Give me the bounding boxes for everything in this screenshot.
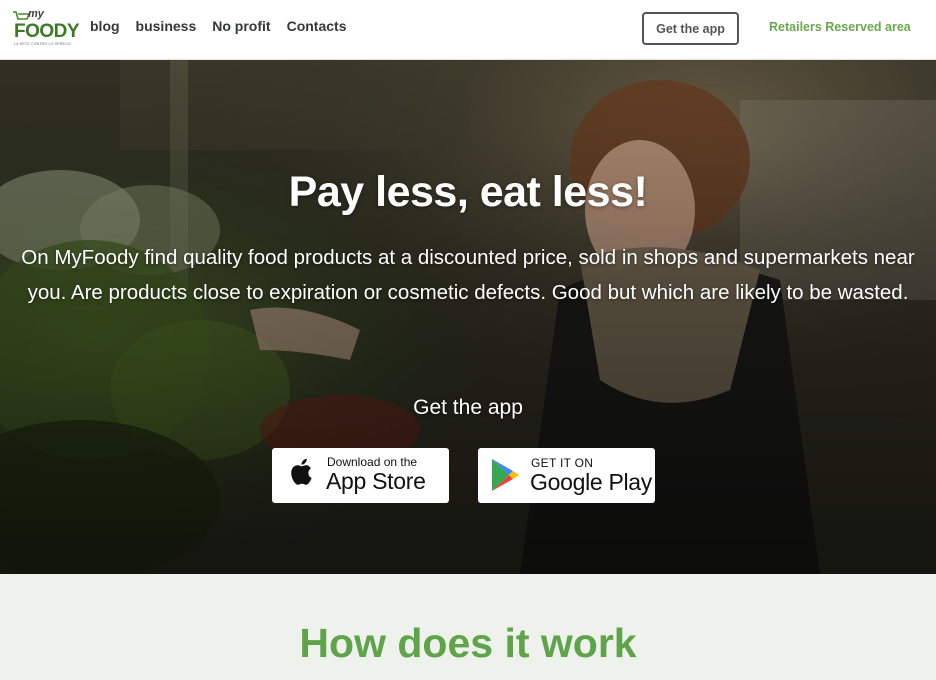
apple-icon bbox=[291, 458, 312, 485]
myfoody-logo[interactable]: my FOODY LA RETE CONTRO LO SPRECO bbox=[12, 8, 80, 48]
app-store-big-text: App Store bbox=[326, 468, 426, 494]
hero-section: Pay less, eat less! On MyFoody find qual… bbox=[0, 60, 936, 574]
retailers-reserved-area-link[interactable]: Retailers Reserved area bbox=[769, 20, 911, 34]
how-it-works-section: How does it work bbox=[0, 574, 936, 680]
google-play-badge[interactable]: GET IT ON Google Play bbox=[478, 448, 655, 503]
nav-link-contacts[interactable]: Contacts bbox=[287, 18, 347, 34]
google-play-big-text: Google Play bbox=[530, 469, 652, 495]
hero-title: Pay less, eat less! bbox=[288, 168, 648, 216]
main-nav: blog business No profit Contacts bbox=[90, 18, 346, 34]
nav-link-blog[interactable]: blog bbox=[90, 18, 120, 34]
hero-get-app-label: Get the app bbox=[413, 396, 523, 419]
google-play-small-text: GET IT ON bbox=[531, 456, 594, 470]
get-the-app-button[interactable]: Get the app bbox=[642, 12, 739, 45]
logo-tagline: LA RETE CONTRO LO SPRECO bbox=[14, 42, 71, 46]
app-store-badge[interactable]: Download on the App Store bbox=[272, 448, 449, 503]
how-it-works-title: How does it work bbox=[299, 620, 637, 666]
logo-my-text: my bbox=[28, 8, 44, 20]
nav-link-business[interactable]: business bbox=[136, 18, 197, 34]
google-play-icon bbox=[492, 459, 519, 491]
logo-wordmark: FOODY bbox=[14, 21, 80, 42]
app-store-small-text: Download on the bbox=[327, 455, 418, 469]
nav-link-no-profit[interactable]: No profit bbox=[212, 18, 270, 34]
hero-description: On MyFoody find quality food products at… bbox=[21, 246, 915, 304]
hero-overlay bbox=[0, 60, 936, 574]
top-navbar: my FOODY LA RETE CONTRO LO SPRECO blog b… bbox=[0, 0, 936, 60]
